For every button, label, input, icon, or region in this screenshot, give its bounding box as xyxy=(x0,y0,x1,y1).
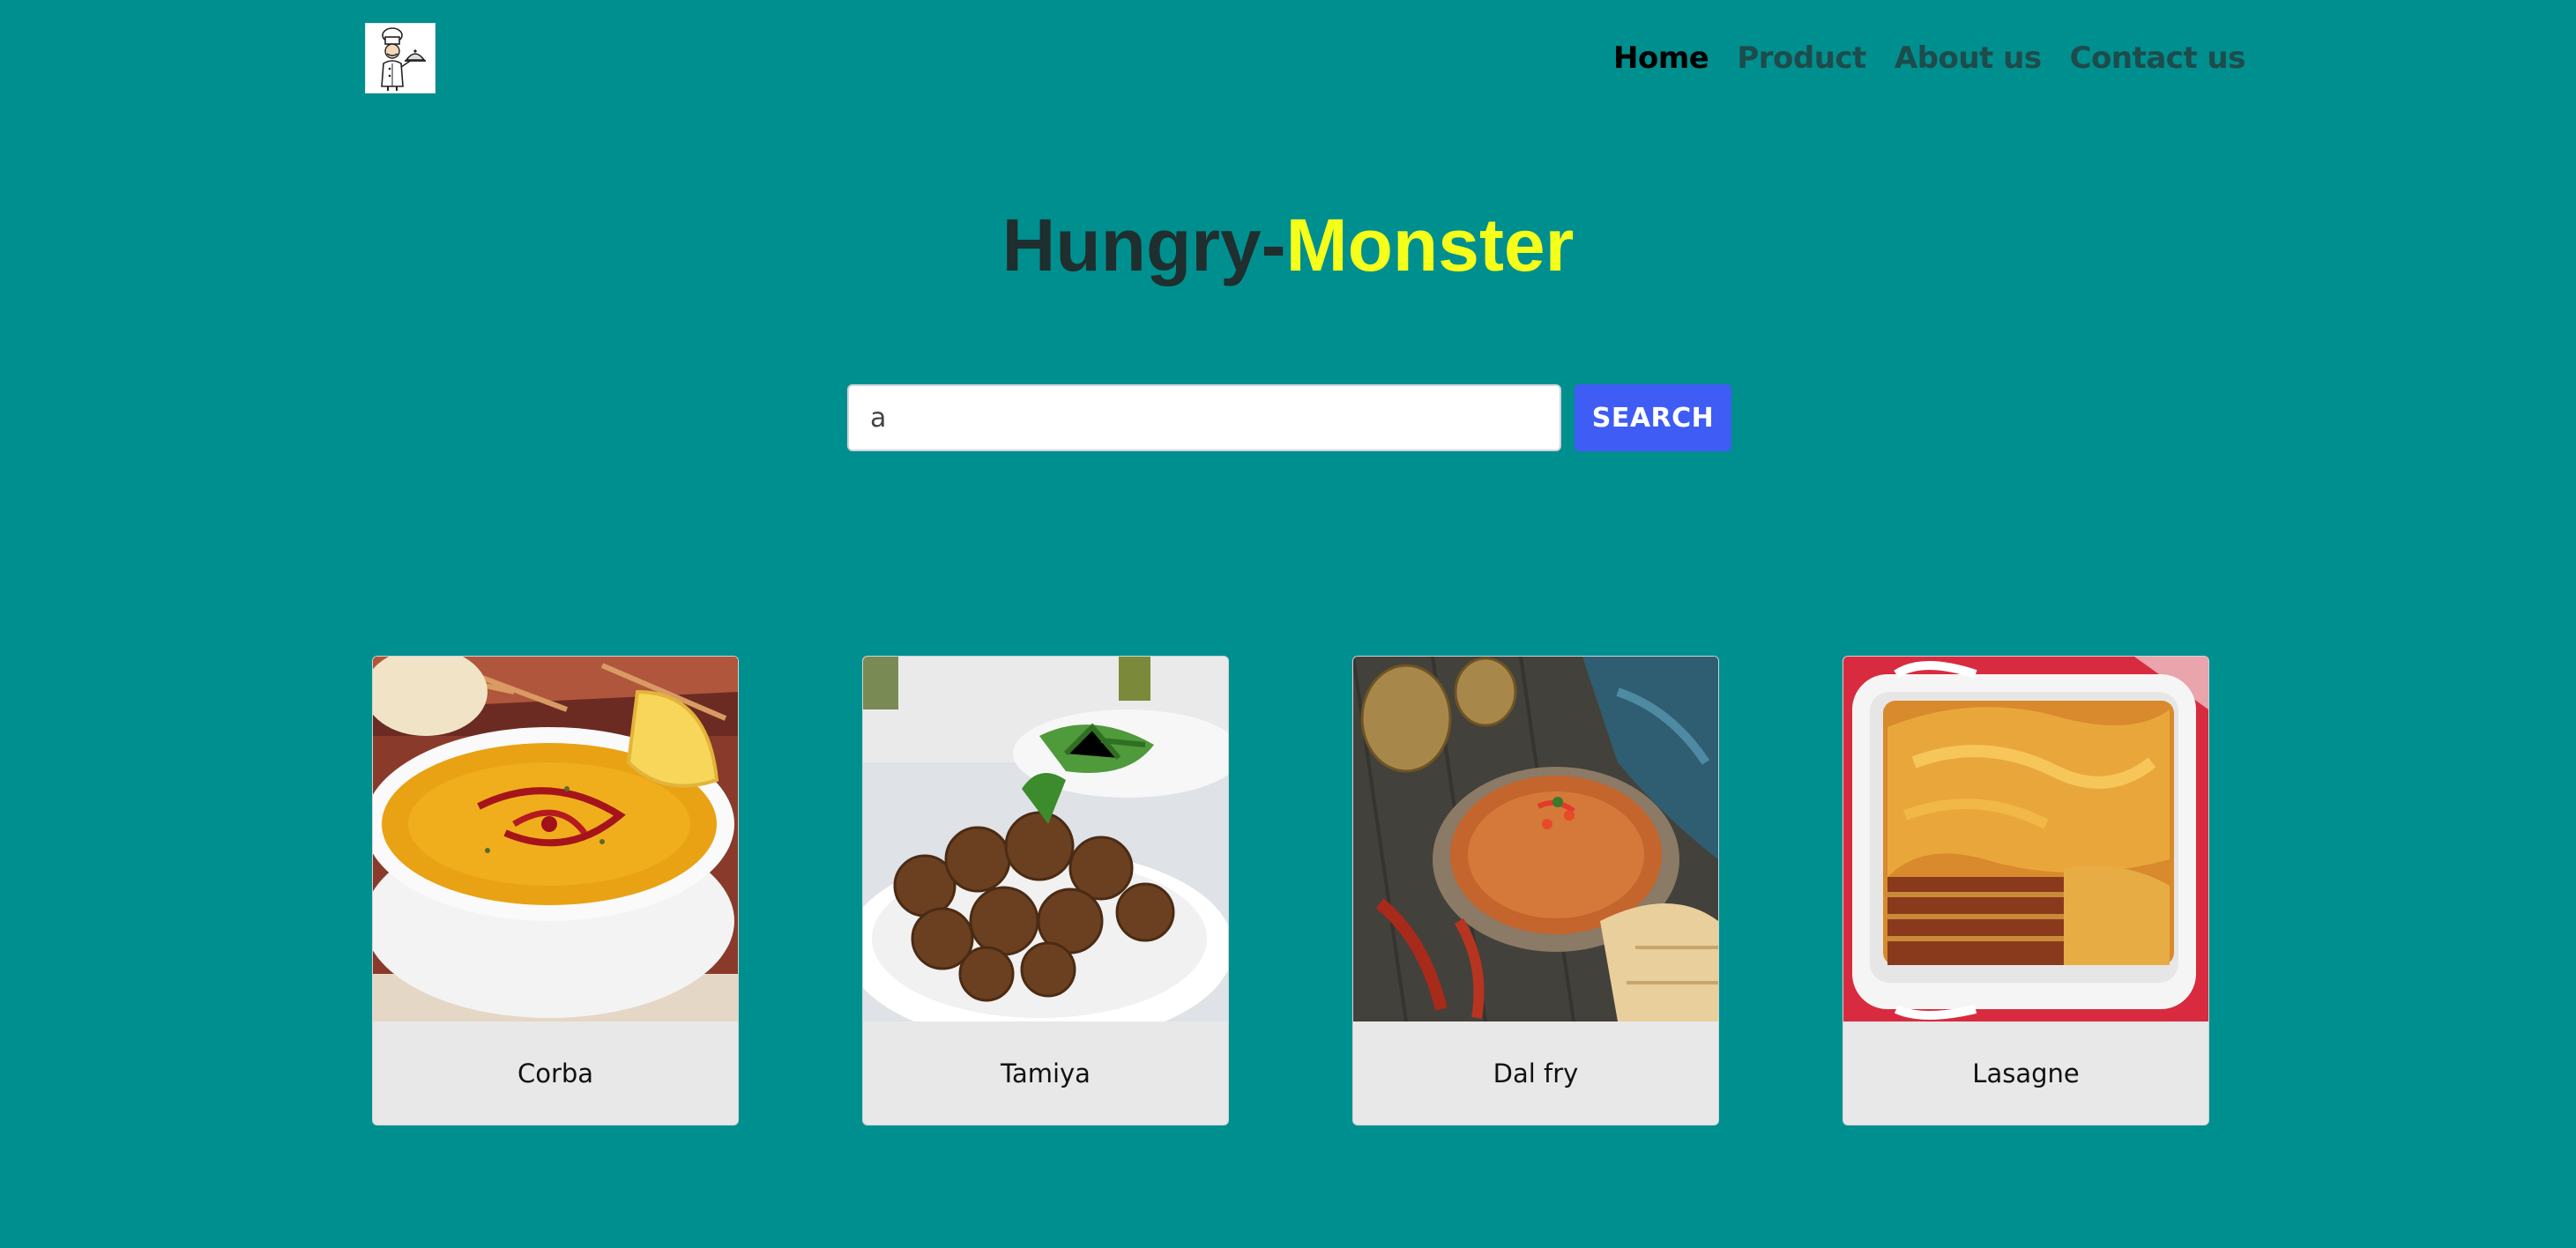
meal-name: Lasagne xyxy=(1972,1058,2080,1088)
nav-home[interactable]: Home xyxy=(1613,35,1709,81)
title-part-monster: Monster xyxy=(1285,204,1575,286)
meal-card[interactable]: Lasagne xyxy=(1843,656,2209,1125)
chef-logo-icon[interactable] xyxy=(365,23,436,93)
meal-list: Corba Tamiya Dal fry Lasagne xyxy=(372,656,2209,1125)
meal-name: Corba xyxy=(517,1058,594,1088)
nav-about-us[interactable]: About us xyxy=(1895,35,2042,81)
meal-name: Tamiya xyxy=(1001,1058,1091,1088)
meal-card[interactable]: Dal fry xyxy=(1352,656,1719,1125)
page-title: Hungry-Monster xyxy=(0,201,2576,289)
search-bar: SEARCH xyxy=(847,384,1731,451)
title-part-hungry: Hungry- xyxy=(1001,204,1286,286)
falafel-plate-image xyxy=(863,657,1228,1021)
meal-card[interactable]: Corba xyxy=(372,656,739,1125)
nav-product[interactable]: Product xyxy=(1737,35,1866,81)
lasagne-dish-image xyxy=(1843,657,2208,1021)
soup-bowl-image xyxy=(373,657,738,1021)
curry-bowl-image xyxy=(1353,657,1718,1021)
page: Home Product About us Contact us Hungry-… xyxy=(0,0,2576,1248)
main-nav: Home Product About us Contact us xyxy=(1613,35,2274,81)
search-input[interactable] xyxy=(847,384,1561,451)
search-button[interactable]: SEARCH xyxy=(1575,384,1731,451)
meal-card[interactable]: Tamiya xyxy=(862,656,1229,1125)
meal-name: Dal fry xyxy=(1493,1058,1579,1088)
nav-contact-us[interactable]: Contact us xyxy=(2070,35,2246,81)
